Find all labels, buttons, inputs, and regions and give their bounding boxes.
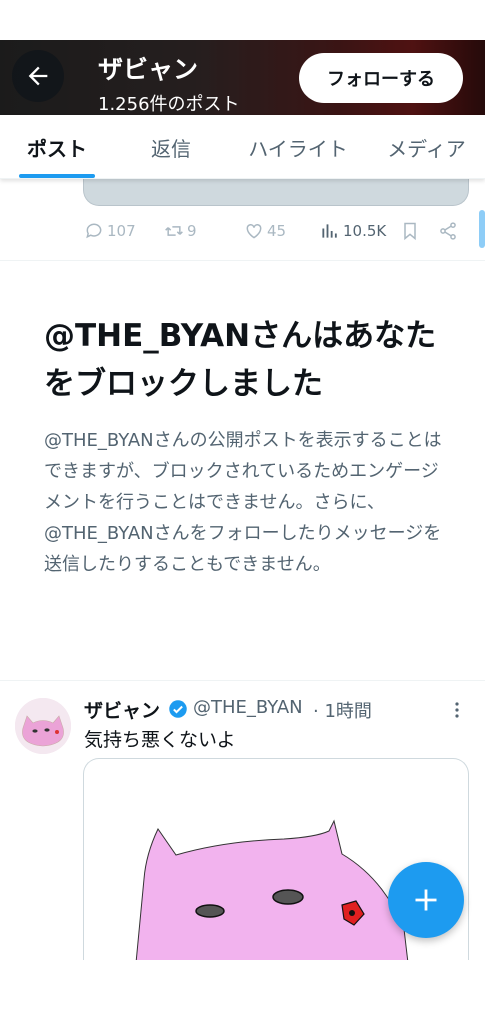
like-action[interactable]: 45 (244, 219, 286, 243)
repost-count: 9 (187, 222, 197, 240)
divider (0, 260, 485, 261)
bottom-blank-area (0, 960, 485, 1024)
reply-action[interactable]: 107 (84, 219, 136, 243)
active-tab-indicator (19, 174, 95, 178)
speech-bubble-icon (86, 223, 102, 239)
tab-media[interactable]: メディア (368, 115, 485, 179)
profile-tabs: ポスト 返信 ハイライト メディア (0, 115, 485, 179)
tweet-handle[interactable]: @THE_BYAN (193, 697, 303, 718)
tab-highlights[interactable]: ハイライト (228, 115, 368, 179)
divider (0, 680, 485, 681)
bookmark-action[interactable] (400, 219, 423, 243)
scroll-indicator (479, 210, 485, 248)
tweet-display-name[interactable]: ザビャン (84, 696, 160, 723)
tab-posts[interactable]: ポスト (0, 115, 114, 179)
vertical-dots-icon[interactable] (449, 700, 465, 720)
tab-replies[interactable]: 返信 (114, 115, 228, 179)
profile-header: ザビャン 1.256件のポスト フォローする (0, 40, 485, 115)
status-bar-area (0, 0, 485, 40)
back-button[interactable] (12, 50, 64, 102)
blocked-notice-title: @THE_BYANさんはあなたをブロックしました (44, 318, 437, 402)
header-post-count: 1.256件のポスト (98, 94, 240, 115)
tweet-timestamp[interactable]: · 1時間 (313, 697, 372, 723)
share-icon (440, 222, 456, 240)
bookmark-icon (404, 222, 416, 241)
tweet-text: 気持ち悪くないよ (84, 729, 236, 751)
arrow-left-icon (28, 66, 48, 86)
verified-badge-icon (169, 700, 187, 718)
views-count: 10.5K (343, 222, 387, 240)
pink-creature-avatar-icon (15, 698, 71, 754)
repost-arrows-icon (165, 226, 183, 236)
reply-count: 107 (107, 222, 136, 240)
heart-icon (246, 223, 262, 239)
previous-post-actions: 107 9 45 10.5K (0, 213, 485, 249)
header-display-name: ザビャン (98, 55, 199, 84)
plus-icon (415, 889, 437, 911)
bar-chart-icon (322, 224, 337, 238)
views-action[interactable]: 10.5K (320, 219, 386, 243)
compose-button[interactable] (388, 862, 464, 938)
avatar[interactable] (15, 698, 71, 754)
like-count: 45 (267, 222, 287, 240)
blocked-notice-body: @THE_BYANさんの公開ポストを表示することはできますが、ブロックされている… (44, 430, 442, 575)
share-action[interactable] (438, 219, 461, 243)
repost-action[interactable]: 9 (164, 219, 197, 243)
previous-post-media[interactable] (83, 178, 469, 206)
follow-button[interactable]: フォローする (299, 53, 463, 103)
